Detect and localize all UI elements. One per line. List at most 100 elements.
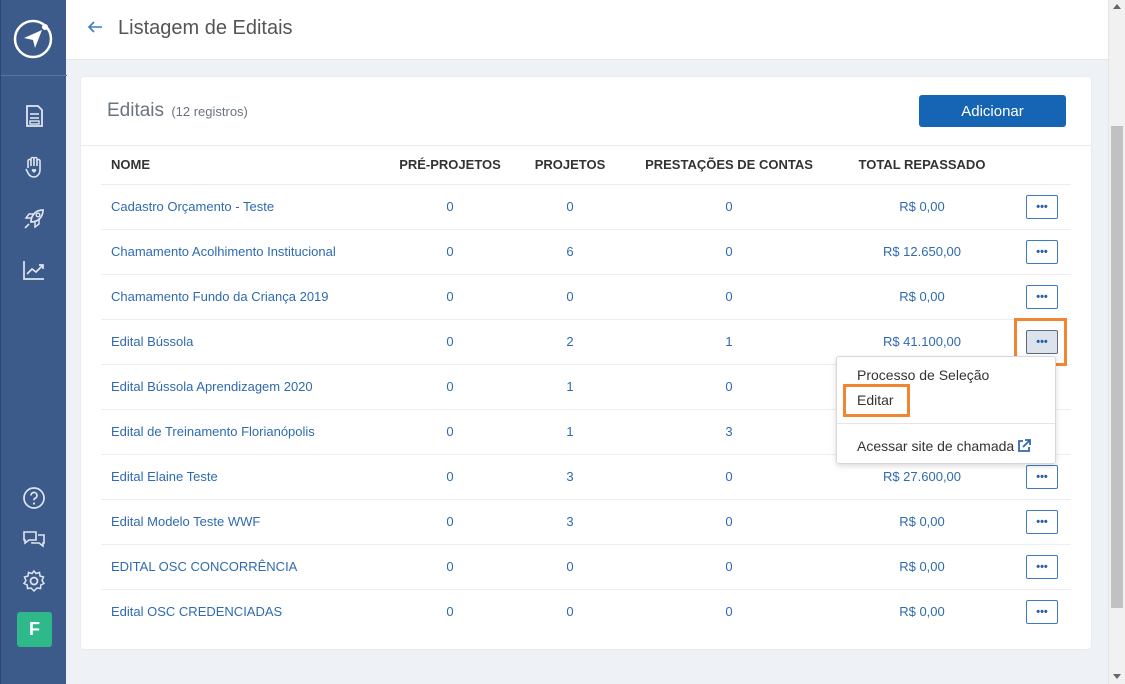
logo-icon[interactable] <box>12 18 54 60</box>
more-actions-button-active[interactable]: ••• <box>1026 329 1058 354</box>
more-actions-button[interactable]: ••• <box>1026 464 1058 489</box>
cell-pre-projetos: 0 <box>387 319 513 365</box>
table-row: Cadastro Orçamento - Teste 0 0 0 R$ 0,00… <box>101 184 1071 230</box>
actions-dropdown-menu: Processo de Seleção Editar Acessar site … <box>836 356 1056 464</box>
cell-projetos: 0 <box>513 184 627 230</box>
sidebar: F <box>0 0 67 684</box>
cell-pre-projetos: 0 <box>387 364 513 410</box>
sidebar-divider <box>1 75 67 76</box>
cell-projetos: 3 <box>513 454 627 500</box>
scroll-down-arrow-icon[interactable] <box>1113 674 1121 679</box>
more-actions-button[interactable]: ••• <box>1026 509 1058 534</box>
vertical-scrollbar[interactable] <box>1108 0 1125 684</box>
scroll-thumb[interactable] <box>1111 126 1123 608</box>
table-row: Edital OSC CREDENCIADAS 0 0 0 R$ 0,00 ••… <box>101 589 1071 634</box>
add-button[interactable]: Adicionar <box>919 95 1066 127</box>
col-header-projetos[interactable]: PROJETOS <box>513 146 627 185</box>
back-arrow-icon[interactable] <box>86 18 104 36</box>
table-row: EDITAL OSC CONCORRÊNCIA 0 0 0 R$ 0,00 ••… <box>101 544 1071 590</box>
chat-icon[interactable] <box>21 526 47 552</box>
edital-name-link[interactable]: Chamamento Acolhimento Institucional <box>101 229 387 275</box>
cell-total: R$ 12.650,00 <box>831 229 1013 275</box>
card-title-text: Editais <box>107 100 165 121</box>
cell-total: R$ 0,00 <box>831 544 1013 590</box>
cell-projetos: 1 <box>513 409 627 455</box>
menu-divider <box>837 423 1055 424</box>
cell-projetos: 1 <box>513 364 627 410</box>
cell-total: R$ 0,00 <box>831 184 1013 230</box>
menu-item-acessar-site[interactable]: Acessar site de chamada <box>857 438 1032 454</box>
cell-actions: ••• <box>1013 589 1071 634</box>
chart-icon[interactable] <box>21 257 47 283</box>
more-actions-button[interactable]: ••• <box>1026 284 1058 309</box>
cell-actions: ••• <box>1013 499 1071 545</box>
cell-prestacoes: 0 <box>627 184 831 230</box>
record-count: (12 registros) <box>171 104 248 119</box>
cell-actions: ••• <box>1013 229 1071 275</box>
menu-item-acessar-site-label: Acessar site de chamada <box>857 438 1015 454</box>
cell-prestacoes: 0 <box>627 274 831 320</box>
settings-icon[interactable] <box>21 568 47 594</box>
menu-item-processo-selecao[interactable]: Processo de Seleção <box>857 367 989 383</box>
cell-prestacoes: 0 <box>627 544 831 590</box>
col-header-prestacoes[interactable]: PRESTAÇÕES DE CONTAS <box>627 146 831 185</box>
cell-total: R$ 0,00 <box>831 499 1013 545</box>
col-header-nome[interactable]: NOME <box>101 146 387 185</box>
edital-name-link[interactable]: Edital OSC CREDENCIADAS <box>101 589 387 634</box>
help-icon[interactable] <box>21 485 47 511</box>
cell-projetos: 3 <box>513 499 627 545</box>
cell-pre-projetos: 0 <box>446 604 454 620</box>
cell-pre-projetos: 0 <box>387 544 513 590</box>
edital-name-link[interactable]: Edital Modelo Teste WWF <box>101 499 387 545</box>
cell-projetos: 0 <box>566 604 574 620</box>
cell-total: R$ 0,00 <box>831 274 1013 320</box>
cell-total: R$ 0,00 <box>899 604 945 620</box>
cell-projetos: 0 <box>513 274 627 320</box>
edital-name-link[interactable]: Edital de Treinamento Florianópolis <box>101 409 387 455</box>
page-title: Listagem de Editais <box>118 17 293 39</box>
cell-pre-projetos: 0 <box>387 499 513 545</box>
card-title: Editais (12 registros) <box>107 100 248 122</box>
cell-projetos: 2 <box>513 319 627 365</box>
cell-projetos: 0 <box>513 544 627 590</box>
cell-pre-projetos: 0 <box>387 229 513 275</box>
more-actions-button[interactable]: ••• <box>1026 599 1058 624</box>
cell-actions: ••• <box>1013 544 1071 590</box>
table-row: Chamamento Fundo da Criança 2019 0 0 0 R… <box>101 274 1071 320</box>
cell-prestacoes: 0 <box>627 229 831 275</box>
edital-name-link[interactable]: Edital Elaine Teste <box>101 454 387 500</box>
cell-actions: ••• <box>1013 184 1071 230</box>
cell-projetos: 6 <box>513 229 627 275</box>
page-header: Listagem de Editais <box>66 0 1108 60</box>
more-actions-button[interactable]: ••• <box>1026 194 1058 219</box>
external-link-icon <box>1018 439 1032 452</box>
menu-item-editar[interactable]: Editar <box>857 392 894 408</box>
cell-pre-projetos: 0 <box>387 274 513 320</box>
edital-name-link[interactable]: EDITAL OSC CONCORRÊNCIA <box>101 544 387 590</box>
edital-name-link[interactable]: Cadastro Orçamento - Teste <box>101 184 387 230</box>
scroll-up-arrow-icon[interactable] <box>1113 4 1121 9</box>
more-actions-button[interactable]: ••• <box>1026 239 1058 264</box>
edital-name-link[interactable]: Edital Bússola <box>101 319 387 365</box>
cell-pre-projetos: 0 <box>387 184 513 230</box>
cell-prestacoes: 0 <box>725 604 733 620</box>
more-actions-button[interactable]: ••• <box>1026 554 1058 579</box>
document-icon[interactable] <box>21 103 47 129</box>
cell-prestacoes: 1 <box>627 319 831 365</box>
cell-prestacoes: 0 <box>627 364 831 410</box>
col-header-pre-projetos[interactable]: PRÉ-PROJETOS <box>387 146 513 185</box>
edital-name-link[interactable]: Chamamento Fundo da Criança 2019 <box>101 274 387 320</box>
cell-actions: ••• <box>1013 274 1071 320</box>
col-header-total[interactable]: TOTAL REPASSADO <box>831 146 1013 185</box>
table-row: Chamamento Acolhimento Institucional 0 6… <box>101 229 1071 275</box>
cell-pre-projetos: 0 <box>387 454 513 500</box>
cell-prestacoes: 0 <box>627 499 831 545</box>
table-row: Edital Modelo Teste WWF 0 3 0 R$ 0,00 ••… <box>101 499 1071 545</box>
rocket-icon[interactable] <box>21 206 47 232</box>
edital-name-link[interactable]: Edital Bússola Aprendizagem 2020 <box>101 364 387 410</box>
col-header-actions <box>1013 146 1071 185</box>
hand-heart-icon[interactable] <box>21 154 47 180</box>
cell-prestacoes: 0 <box>627 454 831 500</box>
avatar[interactable]: F <box>17 612 52 647</box>
table-header-row: NOME PRÉ-PROJETOS PROJETOS PRESTAÇÕES DE… <box>101 146 1071 185</box>
